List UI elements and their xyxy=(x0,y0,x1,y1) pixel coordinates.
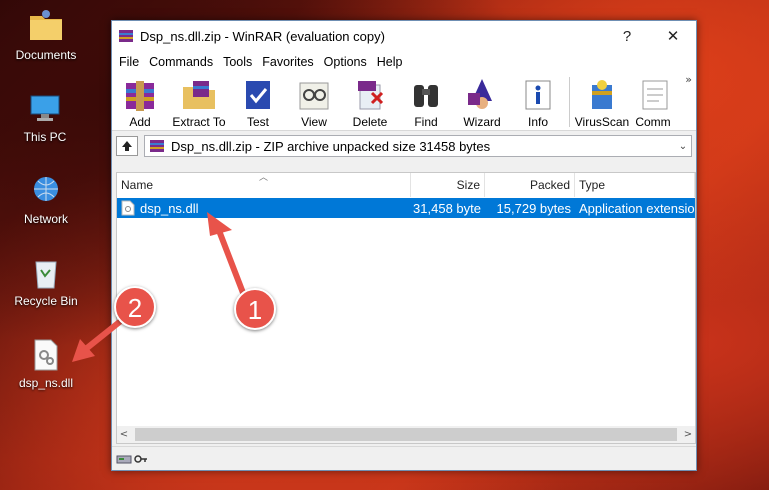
comment-button[interactable]: Comm xyxy=(631,77,675,129)
binoculars-icon xyxy=(414,85,438,107)
scroll-left-icon[interactable]: < xyxy=(117,429,131,440)
column-headers: ︿ Name Size Packed Type xyxy=(117,172,695,197)
comment-icon xyxy=(642,80,668,110)
desktop-icon-dsp-ns-dll[interactable]: dsp_ns.dll xyxy=(6,338,86,390)
file-row[interactable]: dsp_ns.dll 31,458 byte 15,729 bytes Appl… xyxy=(117,198,695,218)
winrar-window: Dsp_ns.dll.zip - WinRAR (evaluation copy… xyxy=(111,20,697,471)
desktop-icon-documents[interactable]: Documents xyxy=(6,8,86,62)
test-button[interactable]: Test xyxy=(230,77,286,129)
extract-to-button[interactable]: Extract To xyxy=(168,77,230,129)
up-arrow-icon xyxy=(122,141,132,151)
path-bar: Dsp_ns.dll.zip - ZIP archive unpacked si… xyxy=(112,131,696,161)
info-button[interactable]: Info xyxy=(510,77,566,129)
desktop-icon-recycle-bin[interactable]: Recycle Bin xyxy=(6,256,86,308)
add-button[interactable]: Add xyxy=(112,77,168,129)
key-icon xyxy=(134,454,147,463)
menu-help[interactable]: Help xyxy=(372,55,408,69)
folder-icon xyxy=(30,10,62,40)
winrar-app-icon xyxy=(119,30,133,42)
file-type: Application extensio xyxy=(579,200,695,216)
delete-button[interactable]: Delete xyxy=(342,77,398,129)
archive-path-dropdown[interactable]: Dsp_ns.dll.zip - ZIP archive unpacked si… xyxy=(144,135,692,157)
desktop-icon-label: Network xyxy=(23,212,68,226)
toolbar-overflow-chevron-icon[interactable]: » xyxy=(685,73,692,86)
virusscan-icon xyxy=(592,80,612,109)
toolbar: Add Extract To Test View Delete Find Wiz… xyxy=(112,73,696,131)
extract-to-icon xyxy=(183,81,215,109)
add-label: Add xyxy=(129,115,151,129)
computer-icon xyxy=(30,95,60,121)
dll-file-icon xyxy=(34,339,58,371)
delete-icon xyxy=(358,81,384,110)
view-icon xyxy=(299,82,329,110)
view-button[interactable]: View xyxy=(286,77,342,129)
recycle-bin-icon xyxy=(35,261,57,289)
winrar-archive-icon xyxy=(150,140,164,152)
delete-label: Delete xyxy=(352,115,388,129)
virusscan-label: VirusScan xyxy=(574,115,630,129)
window-title: Dsp_ns.dll.zip - WinRAR (evaluation copy… xyxy=(140,28,385,44)
toolbar-separator xyxy=(569,77,570,127)
title-bar[interactable]: Dsp_ns.dll.zip - WinRAR (evaluation copy… xyxy=(112,21,696,51)
add-archive-icon xyxy=(126,81,154,111)
status-bar xyxy=(112,446,696,470)
find-button[interactable]: Find xyxy=(398,77,454,129)
menu-tools[interactable]: Tools xyxy=(218,55,257,69)
extract-to-label: Extract To xyxy=(172,115,226,129)
view-label: View xyxy=(301,115,327,129)
column-size[interactable]: Size xyxy=(411,173,485,197)
desktop-icon-label: dsp_ns.dll xyxy=(18,376,74,390)
test-label: Test xyxy=(246,115,269,129)
wizard-icon xyxy=(468,79,492,109)
desktop-icon-label: Recycle Bin xyxy=(14,294,78,308)
close-button[interactable]: ✕ xyxy=(650,27,696,45)
menu-commands[interactable]: Commands xyxy=(144,55,218,69)
test-icon xyxy=(246,81,270,109)
desktop-icon-label: Documents xyxy=(15,48,77,62)
horizontal-scrollbar[interactable]: < > xyxy=(117,426,695,443)
virusscan-button[interactable]: VirusScan xyxy=(573,77,631,129)
wizard-button[interactable]: Wizard xyxy=(454,77,510,129)
file-size: 31,458 byte xyxy=(413,200,481,216)
dll-file-icon xyxy=(121,200,135,216)
menu-file[interactable]: File xyxy=(114,55,144,69)
menu-bar: File Commands Tools Favorites Options He… xyxy=(112,51,696,73)
wizard-label: Wizard xyxy=(463,115,501,129)
info-label: Info xyxy=(527,115,548,129)
column-packed[interactable]: Packed xyxy=(485,173,575,197)
network-icon xyxy=(34,177,58,201)
comment-label: Comm xyxy=(635,115,671,129)
chevron-down-icon[interactable]: ⌄ xyxy=(675,141,691,152)
find-label: Find xyxy=(414,115,438,129)
drive-icon xyxy=(116,455,132,463)
menu-options[interactable]: Options xyxy=(319,55,372,69)
desktop-icon-this-pc[interactable]: This PC xyxy=(5,92,85,144)
info-icon xyxy=(525,80,551,110)
column-type[interactable]: Type xyxy=(575,173,695,197)
annotation-badge-2: 2 xyxy=(114,286,156,328)
annotation-badge-1: 1 xyxy=(234,288,276,330)
up-folder-button[interactable] xyxy=(116,136,138,156)
file-name: dsp_ns.dll xyxy=(140,200,199,216)
file-list: ︿ Name Size Packed Type dsp_ns.dll 31,45… xyxy=(116,172,696,444)
sort-arrow-icon: ︿ xyxy=(259,172,269,182)
desktop-icon-label: This PC xyxy=(23,130,67,144)
scroll-thumb[interactable] xyxy=(135,428,677,441)
help-button[interactable]: ? xyxy=(604,28,650,45)
archive-path-text: Dsp_ns.dll.zip - ZIP archive unpacked si… xyxy=(171,138,491,154)
file-packed: 15,729 bytes xyxy=(496,200,571,216)
scroll-right-icon[interactable]: > xyxy=(681,429,695,440)
file-name-cell: dsp_ns.dll xyxy=(117,198,411,218)
desktop-icon-network[interactable]: Network xyxy=(6,174,86,226)
menu-favorites[interactable]: Favorites xyxy=(257,55,318,69)
